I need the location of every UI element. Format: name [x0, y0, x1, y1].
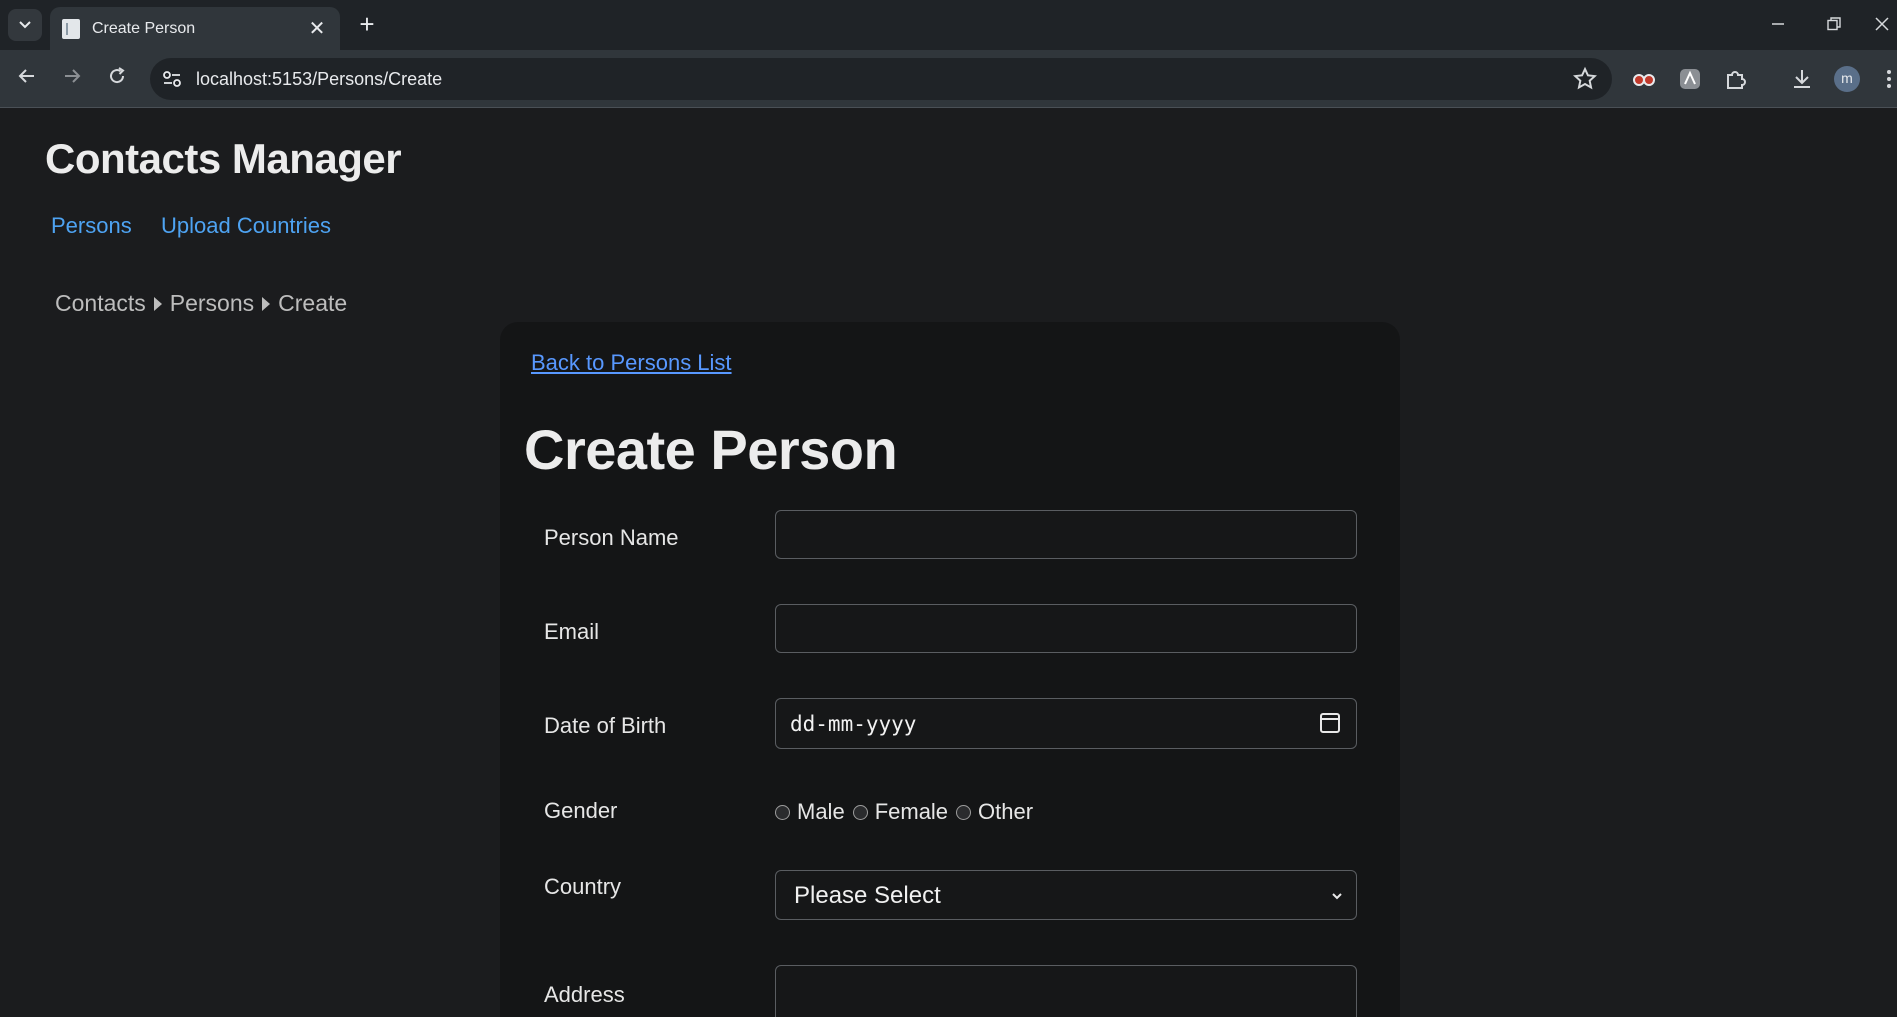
- date-placeholder: dd-mm-yyyy: [790, 712, 917, 736]
- browser-tab-bar: Create Person ✕ +: [0, 0, 1897, 50]
- gender-radio-female[interactable]: [852, 804, 868, 820]
- close-window-button[interactable]: [1866, 8, 1897, 42]
- restore-window-button[interactable]: [1814, 8, 1854, 42]
- url-text: localhost:5153/Persons/Create: [196, 69, 443, 89]
- site-settings-icon[interactable]: [160, 67, 184, 91]
- gender-label-other[interactable]: Other: [978, 799, 1033, 825]
- gender-label-male[interactable]: Male: [797, 799, 845, 825]
- extensions-icon[interactable]: [1722, 65, 1750, 93]
- breadcrumb-item-contacts[interactable]: Contacts: [55, 290, 146, 317]
- calendar-icon[interactable]: [1320, 713, 1340, 733]
- email-label: Email: [544, 619, 600, 644]
- minimize-window-button[interactable]: [1758, 8, 1798, 42]
- bookmark-star-icon[interactable]: [1572, 66, 1598, 92]
- browser-toolbar: localhost:5153/Persons/Create m: [0, 50, 1897, 108]
- gender-label-female[interactable]: Female: [875, 799, 948, 825]
- reload-icon: [110, 67, 125, 84]
- browser-tab-active[interactable]: Create Person ✕: [50, 7, 340, 50]
- app-title: Contacts Manager: [45, 135, 402, 182]
- page-title: Create Person: [524, 418, 898, 481]
- breadcrumb-item-persons[interactable]: Persons: [170, 290, 254, 317]
- extension-glasses-icon[interactable]: [1630, 65, 1658, 93]
- gender-radio-group: Male Female Other: [775, 799, 1041, 825]
- nav-link-upload-countries[interactable]: Upload Countries: [161, 213, 331, 239]
- address-label: Address: [544, 982, 625, 1007]
- tab-search-button[interactable]: [8, 9, 42, 41]
- gender-radio-male[interactable]: [775, 804, 790, 820]
- breadcrumb: Contacts Persons Create: [55, 290, 347, 317]
- arrow-left-icon: [18, 69, 34, 83]
- nav-link-persons[interactable]: Persons: [51, 213, 132, 239]
- extension-puzzle-app-icon[interactable]: [1676, 65, 1704, 93]
- gender-label: Gender: [544, 798, 618, 823]
- date-of-birth-label: Date of Birth: [544, 713, 667, 738]
- reload-button[interactable]: [100, 62, 134, 96]
- close-icon: [1874, 17, 1889, 31]
- back-to-persons-link[interactable]: Back to Persons List: [531, 350, 732, 376]
- download-icon[interactable]: [1788, 65, 1816, 93]
- address-textarea[interactable]: [775, 965, 1357, 1017]
- breadcrumb-item-create: Create: [278, 290, 348, 316]
- country-selected-value: Please Select: [794, 882, 941, 909]
- tab-title: Create Person: [92, 19, 196, 37]
- country-label: Country: [544, 874, 622, 899]
- email-input[interactable]: [775, 604, 1357, 653]
- profile-avatar[interactable]: m: [1834, 66, 1860, 92]
- restore-icon: [1827, 17, 1841, 31]
- page-favicon-icon: [62, 18, 80, 39]
- caret-right-icon: [153, 296, 162, 311]
- back-button[interactable]: [10, 62, 44, 96]
- minimize-icon: [1772, 23, 1784, 25]
- address-bar[interactable]: localhost:5153/Persons/Create: [150, 58, 1612, 100]
- new-tab-button[interactable]: +: [352, 10, 382, 40]
- caret-right-icon: [262, 296, 271, 311]
- chevron-down-icon: [1332, 893, 1342, 900]
- date-of-birth-input[interactable]: dd-mm-yyyy: [775, 698, 1357, 749]
- person-name-input[interactable]: [775, 510, 1357, 559]
- tab-close-icon[interactable]: ✕: [306, 16, 328, 41]
- browser-menu-icon[interactable]: [1880, 65, 1897, 93]
- country-select[interactable]: Please Select: [775, 870, 1357, 920]
- chevron-down-icon: [19, 21, 31, 29]
- gender-radio-other[interactable]: [956, 804, 972, 820]
- forward-button[interactable]: [55, 62, 89, 96]
- person-name-label: Person Name: [544, 525, 679, 550]
- arrow-right-icon: [65, 69, 81, 83]
